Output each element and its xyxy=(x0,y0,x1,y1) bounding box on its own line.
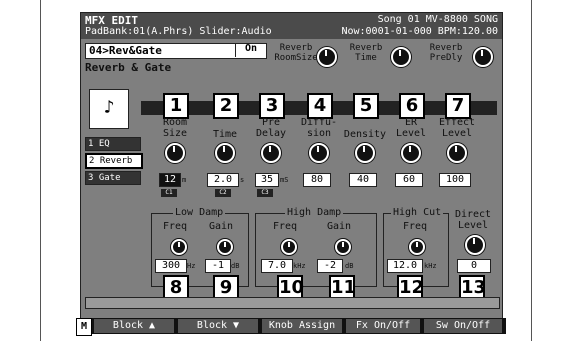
param-value[interactable]: 2.0 xyxy=(207,173,239,187)
quick-knob-time-label: Reverb Time xyxy=(346,43,386,63)
horizontal-scrollbar[interactable] xyxy=(85,297,500,309)
param-tag: C3 xyxy=(257,189,273,197)
param-label: ER Level xyxy=(395,117,427,139)
algorithm-name: Reverb & Gate xyxy=(85,61,172,74)
high-cut-title: High Cut xyxy=(391,207,444,218)
block-up-button[interactable]: Block ▲ xyxy=(94,319,174,333)
low-damp-freq-label: Freq xyxy=(162,221,188,232)
param-label: Diffu- sion xyxy=(300,117,338,139)
knob-icon[interactable] xyxy=(309,143,329,163)
high-cut-freq-unit: kHz xyxy=(424,262,437,270)
direct-level-value[interactable]: 0 xyxy=(457,259,491,273)
low-damp-gain-knob-icon[interactable] xyxy=(217,239,233,255)
param-number: 6 xyxy=(399,93,425,119)
patch-onoff[interactable]: On xyxy=(235,43,266,57)
param-number: 1 xyxy=(163,93,189,119)
patch-field[interactable]: 04>Rev&Gate On xyxy=(85,43,267,59)
quick-knob-predly-label: Reverb PreDly xyxy=(421,43,471,63)
fx-onoff-button[interactable]: Fx On/Off xyxy=(346,319,420,333)
knob-icon[interactable] xyxy=(355,143,375,163)
knob-icon[interactable] xyxy=(401,143,421,163)
param-value[interactable]: 80 xyxy=(303,173,331,187)
param-number: 3 xyxy=(259,93,285,119)
quick-knob-roomsize-icon[interactable] xyxy=(317,47,337,67)
low-damp-freq-unit: Hz xyxy=(187,262,196,270)
low-damp-gain-unit: dB xyxy=(231,262,240,270)
low-damp-title: Low Damp xyxy=(173,207,226,218)
high-cut-knob-icon[interactable] xyxy=(409,239,425,255)
high-damp-gain-knob-icon[interactable] xyxy=(335,239,351,255)
low-damp-freq-knob-icon[interactable] xyxy=(171,239,187,255)
knob-icon[interactable] xyxy=(447,143,467,163)
function-bar: Block ▲ Block ▼ Knob Assign Fx On/Off Sw… xyxy=(76,318,506,334)
high-damp-gain-value[interactable]: -2 xyxy=(317,259,343,273)
high-damp-gain-unit: dB xyxy=(345,262,354,270)
direct-level-knob-icon[interactable] xyxy=(465,235,485,255)
high-damp-title: High Damp xyxy=(285,207,344,218)
quick-knob-predly-icon[interactable] xyxy=(473,47,493,67)
param-number: 5 xyxy=(353,93,379,119)
low-damp-gain-value[interactable]: -1 xyxy=(205,259,231,273)
menu-m-label[interactable]: M xyxy=(76,318,92,336)
high-damp-freq-label: Freq xyxy=(272,221,298,232)
block-eq[interactable]: 1 EQ xyxy=(85,137,141,151)
sw-onoff-button[interactable]: Sw On/Off xyxy=(424,319,502,333)
quick-knob-time-text: Reverb Time xyxy=(349,43,383,63)
param-unit: mS xyxy=(280,176,289,184)
param-unit: s xyxy=(240,176,245,184)
knob-icon[interactable] xyxy=(165,143,185,163)
param-number: 4 xyxy=(307,93,333,119)
quick-knob-roomsize-text: Reverb RoomSize xyxy=(274,43,318,63)
param-value[interactable]: 60 xyxy=(395,173,423,187)
param-value[interactable]: 12 xyxy=(159,173,181,187)
param-label: Pre Delay xyxy=(255,117,287,139)
param-number: 7 xyxy=(445,93,471,119)
block-down-button[interactable]: Block ▼ xyxy=(178,319,258,333)
knob-icon[interactable] xyxy=(261,143,281,163)
music-note-icon: ♪ xyxy=(89,89,129,129)
high-damp-freq-unit: kHz xyxy=(293,262,306,270)
param-label: Density xyxy=(343,129,387,140)
padbank-info: PadBank:01(A.Phrs) Slider:Audio xyxy=(85,26,272,37)
param-tag: C1 xyxy=(161,189,177,197)
knob-icon[interactable] xyxy=(215,143,235,163)
param-value[interactable]: 35 xyxy=(255,173,279,187)
high-cut-freq-label: Freq xyxy=(402,221,428,232)
title-bar: MFX EDIT Song 01 MV-8800 SONG PadBank:01… xyxy=(81,13,502,39)
param-tag: C2 xyxy=(215,189,231,197)
param-label: Room Size xyxy=(162,117,188,139)
high-damp-freq-value[interactable]: 7.0 xyxy=(261,259,293,273)
quick-knob-time-icon[interactable] xyxy=(391,47,411,67)
param-value[interactable]: 40 xyxy=(349,173,377,187)
param-unit: m xyxy=(182,176,187,184)
param-number: 2 xyxy=(213,93,239,119)
block-reverb[interactable]: 2 Reverb xyxy=(85,153,143,169)
song-info: Song 01 MV-8800 SONG xyxy=(377,14,498,25)
block-gate[interactable]: 3 Gate xyxy=(85,171,141,185)
low-damp-gain-label: Gain xyxy=(208,221,234,232)
low-damp-freq-value[interactable]: 300 xyxy=(155,259,187,273)
param-label: Time xyxy=(212,129,238,140)
direct-level-label: Direct Level xyxy=(454,209,492,231)
high-damp-freq-knob-icon[interactable] xyxy=(281,239,297,255)
param-label: Effect Level xyxy=(438,117,476,139)
lcd-screen: MFX EDIT Song 01 MV-8800 SONG PadBank:01… xyxy=(80,12,503,319)
quick-knob-predly-text: Reverb PreDly xyxy=(429,43,463,63)
param-value[interactable]: 100 xyxy=(439,173,471,187)
now-bpm-info: Now:0001-01-000 BPM:120.00 xyxy=(341,26,498,37)
high-cut-freq-value[interactable]: 12.0 xyxy=(387,259,423,273)
patch-name: 04>Rev&Gate xyxy=(89,44,162,57)
high-damp-gain-label: Gain xyxy=(326,221,352,232)
knob-assign-button[interactable]: Knob Assign xyxy=(262,319,342,333)
